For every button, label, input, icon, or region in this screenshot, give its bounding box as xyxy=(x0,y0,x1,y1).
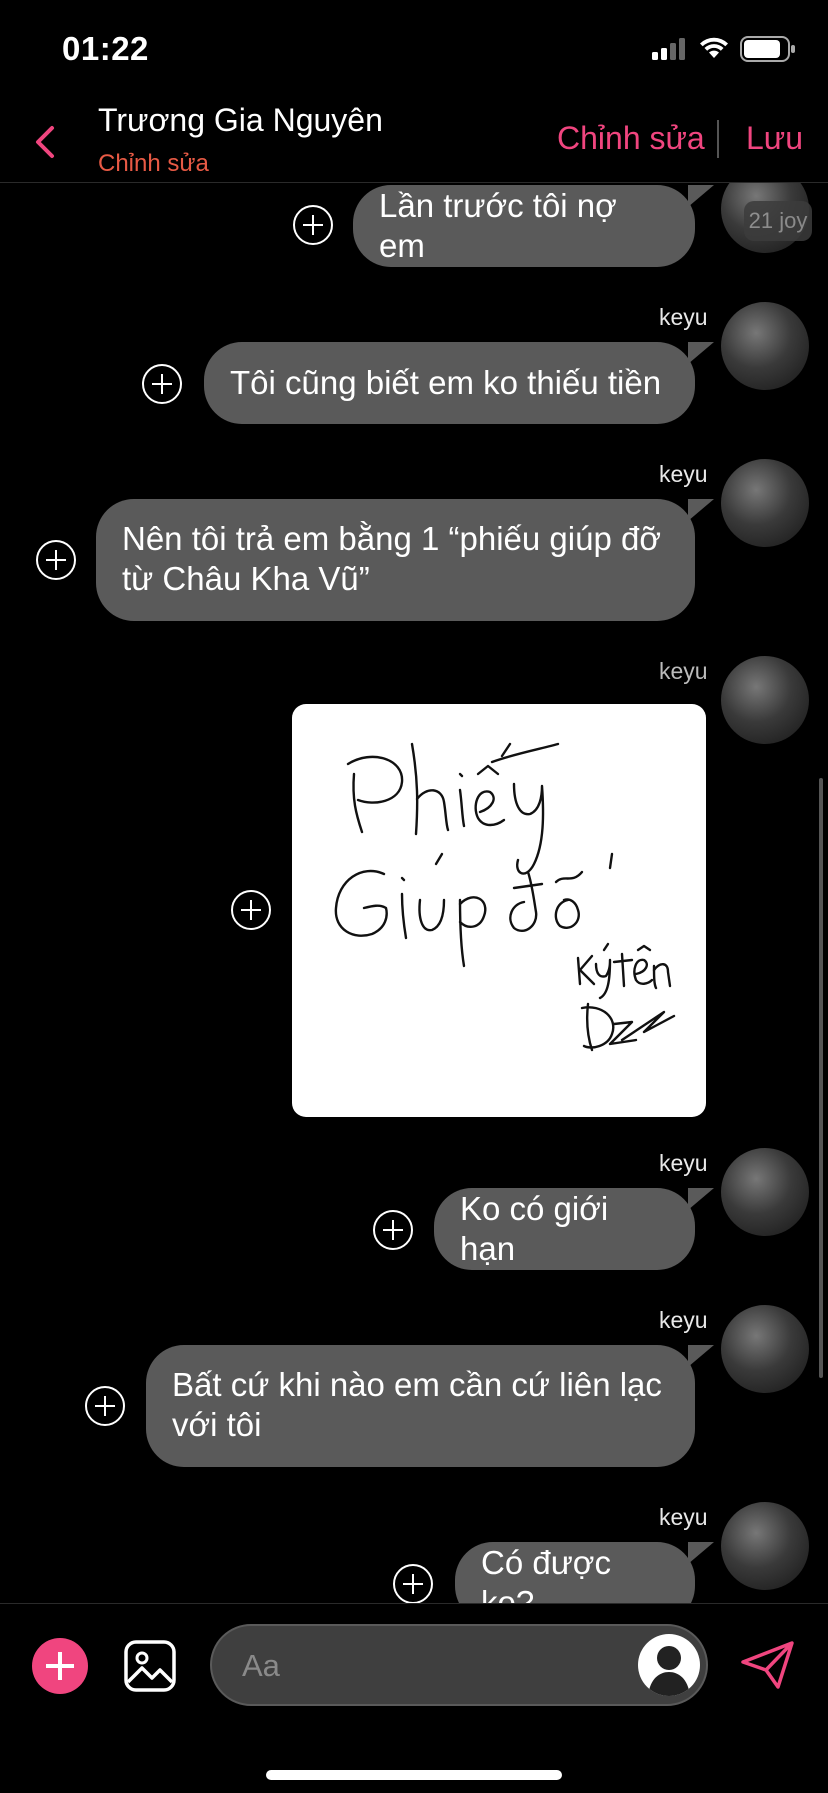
message-text: với tôi xyxy=(172,1406,262,1443)
sender-name: keyu xyxy=(659,461,708,487)
bubble-tail xyxy=(688,1188,714,1210)
handwriting-drawing xyxy=(334,742,676,1052)
message-text: Có được ko? xyxy=(481,1544,611,1603)
message-text: Nên tôi trả em bằng 1 “phiếu giúp đỡ xyxy=(122,520,661,557)
contact-name: Trương Gia Nguyên xyxy=(98,102,383,138)
message-text: Ko có giới hạn xyxy=(460,1190,609,1267)
react-plus-icon[interactable] xyxy=(36,540,76,580)
avatar[interactable] xyxy=(721,459,809,547)
battery-icon xyxy=(740,36,795,62)
timestamp-badge: 21 joy xyxy=(744,201,812,241)
message-bubble[interactable]: Tôi cũng biết em ko thiếu tiền xyxy=(204,342,695,424)
chat-header: Trương Gia Nguyên Chỉnh sửa Chỉnh sửa Lư… xyxy=(0,96,828,183)
message-text: Lần trước tôi nợ em xyxy=(379,187,617,264)
message-bubble[interactable]: Bất cứ khi nào em cần cứ liên lạc với tô… xyxy=(146,1345,695,1467)
react-plus-icon[interactable] xyxy=(142,364,182,404)
message-text: Tôi cũng biết em ko thiếu tiền xyxy=(230,364,662,401)
composer-bar xyxy=(0,1603,828,1793)
avatar[interactable] xyxy=(721,1502,809,1590)
message-bubble[interactable]: Ko có giới hạn xyxy=(434,1188,695,1270)
message-bubble[interactable]: Lần trước tôi nợ em xyxy=(353,185,695,267)
message-input-field[interactable] xyxy=(210,1624,708,1706)
avatar[interactable] xyxy=(721,1148,809,1236)
message-input[interactable] xyxy=(240,1638,604,1694)
message-bubble[interactable]: Nên tôi trả em bằng 1 “phiếu giúp đỡ từ … xyxy=(96,499,695,621)
bubble-tail xyxy=(688,499,714,521)
status-time: 01:22 xyxy=(62,30,149,67)
react-plus-icon[interactable] xyxy=(393,1564,433,1603)
sender-name: keyu xyxy=(659,1307,708,1333)
chevron-left-icon[interactable] xyxy=(26,120,66,164)
react-plus-icon[interactable] xyxy=(85,1386,125,1426)
bubble-tail xyxy=(688,1542,714,1564)
message-list[interactable]: 21 joy Lần trước tôi nợ em keyu Tôi cũng… xyxy=(0,183,828,1603)
sender-name: keyu xyxy=(659,658,708,684)
handwritten-voucher-image[interactable] xyxy=(292,704,706,1117)
wifi-icon xyxy=(700,37,728,58)
home-indicator xyxy=(266,1770,562,1780)
edit-button[interactable]: Chỉnh sửa xyxy=(557,120,705,157)
cellular-signal-icon xyxy=(652,38,685,60)
sender-name: keyu xyxy=(659,1504,708,1530)
message-text: Bất cứ khi nào em cần cứ liên lạc xyxy=(172,1366,662,1403)
avatar[interactable] xyxy=(721,1305,809,1393)
message-bubble[interactable]: Có được ko? xyxy=(455,1542,695,1603)
sender-name: keyu xyxy=(659,304,708,330)
react-plus-icon[interactable] xyxy=(231,890,271,930)
image-icon[interactable] xyxy=(124,1640,176,1692)
bubble-tail xyxy=(688,342,714,364)
bubble-tail xyxy=(688,185,714,207)
sender-name: keyu xyxy=(659,1150,708,1176)
send-icon[interactable] xyxy=(740,1640,796,1690)
react-plus-icon[interactable] xyxy=(373,1210,413,1250)
bubble-tail xyxy=(688,1345,714,1367)
avatar[interactable] xyxy=(721,302,809,390)
add-plus-icon[interactable] xyxy=(32,1638,88,1694)
save-button[interactable]: Lưu xyxy=(746,120,803,157)
avatar[interactable] xyxy=(721,656,809,744)
status-bar: 01:22 xyxy=(0,0,828,96)
contact-subtitle: Chỉnh sửa xyxy=(98,150,209,177)
header-divider xyxy=(717,120,719,158)
message-text: từ Châu Kha Vũ” xyxy=(122,560,370,597)
profile-avatar-icon[interactable] xyxy=(638,1634,700,1696)
react-plus-icon[interactable] xyxy=(293,205,333,245)
scrollbar[interactable] xyxy=(819,778,823,1378)
